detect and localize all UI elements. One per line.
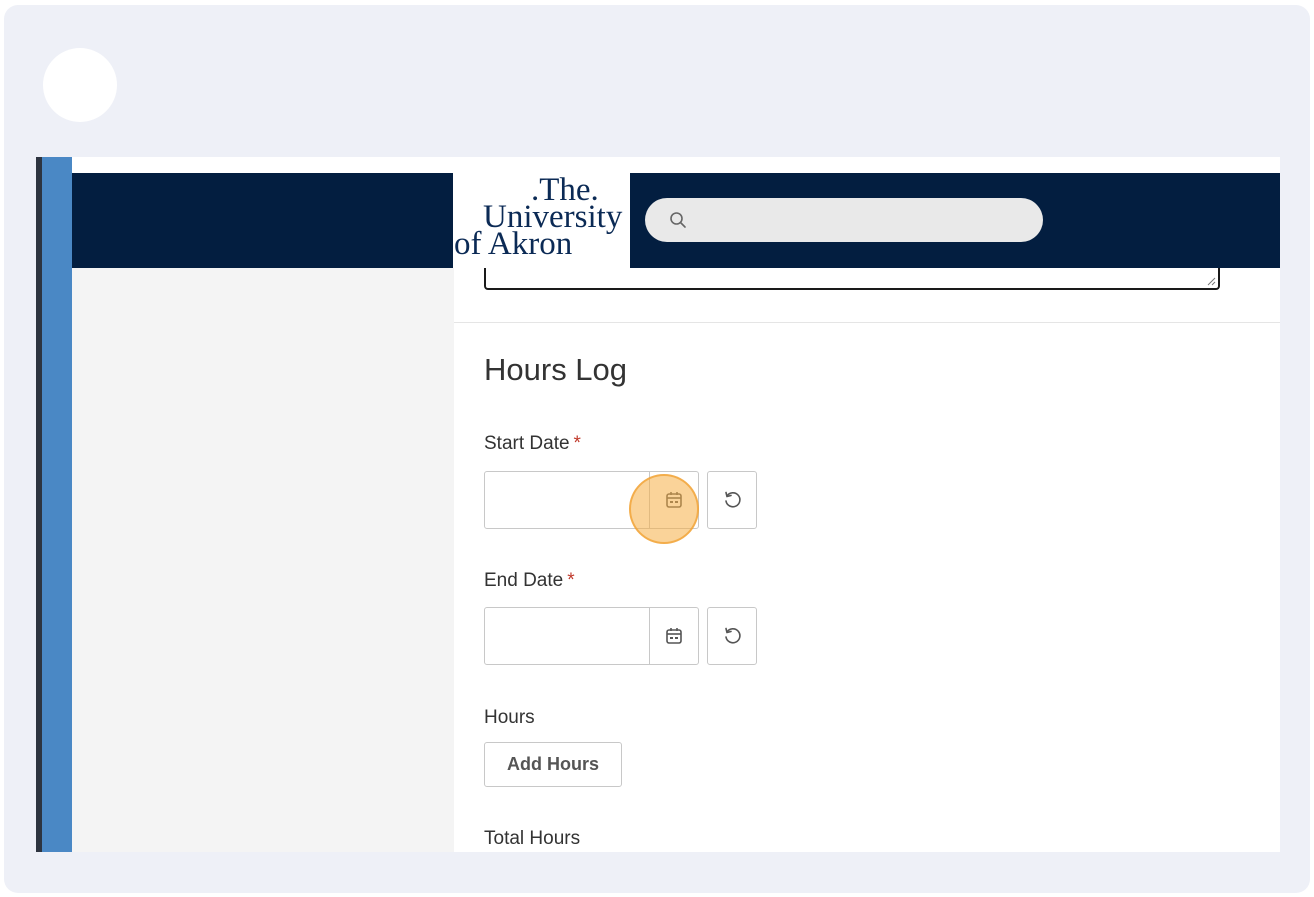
avatar — [43, 48, 117, 122]
resize-handle-icon[interactable] — [1206, 276, 1216, 286]
start-date-reset-button[interactable] — [707, 471, 757, 529]
total-hours-label: Total Hours — [484, 828, 581, 849]
end-date-field[interactable] — [484, 607, 699, 665]
university-logo[interactable]: .The. University of Akron — [453, 173, 630, 268]
start-date-label: Start Date * — [484, 433, 581, 455]
reset-icon — [725, 491, 741, 508]
click-indicator — [629, 474, 699, 544]
comment-textarea[interactable] — [484, 268, 1220, 290]
section-title: Hours Log — [484, 352, 628, 387]
end-date-calendar-button[interactable] — [649, 608, 698, 664]
required-marker: * — [567, 570, 575, 591]
left-panel — [72, 268, 454, 852]
required-marker: * — [573, 433, 581, 454]
logo-line-akron: of Akron — [454, 226, 573, 262]
app-window: .The. University of Akron Hours Log Star… — [36, 157, 1280, 852]
search-icon — [670, 212, 686, 228]
end-date-label-text: End Date — [484, 570, 564, 591]
left-rail — [42, 157, 72, 852]
hours-label: Hours — [484, 707, 535, 728]
search-input[interactable] — [645, 198, 1043, 242]
add-hours-button[interactable]: Add Hours — [484, 742, 622, 787]
start-date-label-text: Start Date — [484, 433, 570, 454]
end-date-label: End Date * — [484, 570, 575, 592]
section-divider — [454, 322, 1280, 323]
reset-icon — [725, 627, 741, 644]
screenshot-frame: .The. University of Akron Hours Log Star… — [4, 5, 1310, 893]
end-date-reset-button[interactable] — [707, 607, 757, 665]
calendar-icon — [666, 628, 682, 644]
